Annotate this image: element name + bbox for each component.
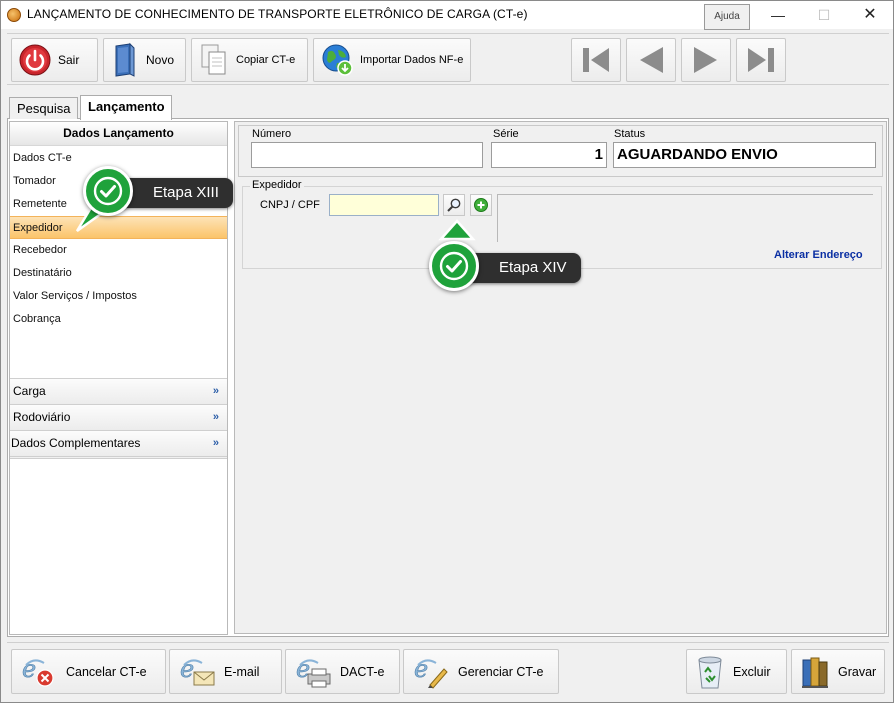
first-record-button[interactable] <box>571 38 621 82</box>
last-record-icon <box>748 48 774 72</box>
nav-item-cobranca[interactable]: Cobrança <box>10 308 227 331</box>
cancel-cte-icon: e <box>22 655 54 687</box>
email-button[interactable]: e E-mail <box>169 649 282 694</box>
expedidor-group-legend: Expedidor <box>250 179 304 191</box>
serie-label: Série <box>493 128 519 140</box>
dacte-label: DACT-e <box>340 664 385 679</box>
globe-download-icon <box>322 44 353 76</box>
cancelar-cte-button[interactable]: e Cancelar CT-e <box>11 649 166 694</box>
title-bar: LANÇAMENTO DE CONHECIMENTO DE TRANSPORTE… <box>1 1 893 29</box>
gerenciar-cte-button[interactable]: e Gerenciar CT-e <box>403 649 559 694</box>
excluir-label: Excluir <box>733 664 771 679</box>
status-field: AGUARDANDO ENVIO <box>613 142 876 168</box>
help-tooltip: Ajuda <box>704 4 750 30</box>
section-rodoviario-label: Rodoviário <box>13 410 71 424</box>
section-dados-complementares-label: Dados Complementares <box>11 436 141 450</box>
sair-label: Sair <box>58 53 80 67</box>
maximize-button[interactable]: ☐ <box>801 1 847 29</box>
copy-icon <box>201 44 226 75</box>
checkmark-badge-xiv <box>429 241 479 291</box>
bottom-action-bar: e Cancelar CT-e e E-mail e DACT-e e Gere… <box>7 642 889 698</box>
search-icon <box>447 198 461 212</box>
copiar-cte-button[interactable]: Copiar CT-e <box>191 38 308 82</box>
section-dados-complementares[interactable]: Dados Complementares » <box>10 431 227 457</box>
email-label: E-mail <box>224 664 260 679</box>
expand-chevron-icon: » <box>212 411 219 423</box>
importar-dados-nfe-label: Importar Dados NF-e <box>360 54 464 66</box>
svg-text:e: e <box>414 655 428 683</box>
nav-item-valor-servicos-impostos[interactable]: Valor Serviços / Impostos <box>10 285 227 308</box>
close-button[interactable]: ✕ <box>847 1 893 29</box>
cancelar-cte-label: Cancelar CT-e <box>66 664 147 679</box>
next-record-icon <box>694 47 717 73</box>
importar-dados-nfe-button[interactable]: Importar Dados NF-e <box>313 38 471 82</box>
previous-record-button[interactable] <box>626 38 676 82</box>
save-books-icon <box>802 657 828 688</box>
first-record-icon <box>583 48 609 72</box>
window-title: LANÇAMENTO DE CONHECIMENTO DE TRANSPORTE… <box>27 7 528 21</box>
checkmark-badge-xiii <box>83 166 133 216</box>
next-record-button[interactable] <box>681 38 731 82</box>
minimize-button[interactable]: — <box>755 1 801 29</box>
add-icon <box>474 198 488 212</box>
left-panel-empty-area <box>10 458 227 634</box>
numero-field[interactable] <box>251 142 483 168</box>
alterar-endereco-link[interactable]: Alterar Endereço <box>774 249 863 261</box>
nav-item-dados-cte[interactable]: Dados CT-e <box>10 147 227 170</box>
email-icon: e <box>180 655 215 685</box>
expand-chevron-icon: » <box>212 385 219 397</box>
app-window: LANÇAMENTO DE CONHECIMENTO DE TRANSPORTE… <box>0 0 894 703</box>
gravar-label: Gravar <box>838 664 877 679</box>
nav-item-expedidor[interactable]: Expedidor <box>10 216 227 239</box>
serie-field[interactable]: 1 <box>491 142 607 168</box>
checkmark-icon <box>93 176 123 206</box>
novo-label: Novo <box>146 53 175 67</box>
power-icon <box>19 44 51 76</box>
expand-chevron-icon: » <box>212 437 219 449</box>
section-rodoviario[interactable]: Rodoviário » <box>10 405 227 431</box>
sair-button[interactable]: Sair <box>11 38 98 82</box>
callout-etapa-xiii-label: Etapa XIII <box>153 184 219 201</box>
nav-item-destinatario[interactable]: Destinatário <box>10 262 227 285</box>
gravar-button[interactable]: Gravar <box>791 649 885 694</box>
dados-lancamento-header: Dados Lançamento <box>10 122 227 146</box>
svg-text:e: e <box>22 655 36 683</box>
add-expedidor-button[interactable] <box>470 194 492 216</box>
tab-lancamento[interactable]: Lançamento <box>80 95 172 120</box>
excluir-button[interactable]: Excluir <box>686 649 787 694</box>
nav-item-recebedor[interactable]: Recebedor <box>10 239 227 262</box>
print-icon: e <box>296 655 331 687</box>
address-display-area <box>497 194 873 242</box>
app-logo-icon <box>7 8 21 22</box>
status-label: Status <box>614 128 646 140</box>
tab-pesquisa[interactable]: Pesquisa <box>9 97 78 119</box>
novo-button[interactable]: Novo <box>103 38 186 82</box>
cnpj-cpf-input[interactable] <box>329 194 439 216</box>
last-record-button[interactable] <box>736 38 786 82</box>
search-cnpj-button[interactable] <box>443 194 465 216</box>
new-document-icon <box>115 42 135 77</box>
cnpj-cpf-label: CNPJ / CPF <box>260 199 320 211</box>
callout-etapa-xiv-label: Etapa XIV <box>499 259 567 276</box>
checkmark-icon <box>439 251 469 281</box>
manage-cte-icon: e <box>414 655 448 689</box>
previous-record-icon <box>640 47 663 73</box>
svg-text:e: e <box>180 655 194 683</box>
recycle-bin-icon <box>698 656 722 688</box>
section-carga-label: Carga <box>13 384 46 398</box>
gerenciar-cte-label: Gerenciar CT-e <box>458 664 544 679</box>
numero-label: Número <box>252 128 292 140</box>
section-carga[interactable]: Carga » <box>10 379 227 405</box>
dacte-button[interactable]: e DACT-e <box>285 649 400 694</box>
copiar-cte-label: Copiar CT-e <box>236 54 296 66</box>
toolbar: Sair Novo Copiar CT-e Importar Dados NF-… <box>7 33 889 85</box>
